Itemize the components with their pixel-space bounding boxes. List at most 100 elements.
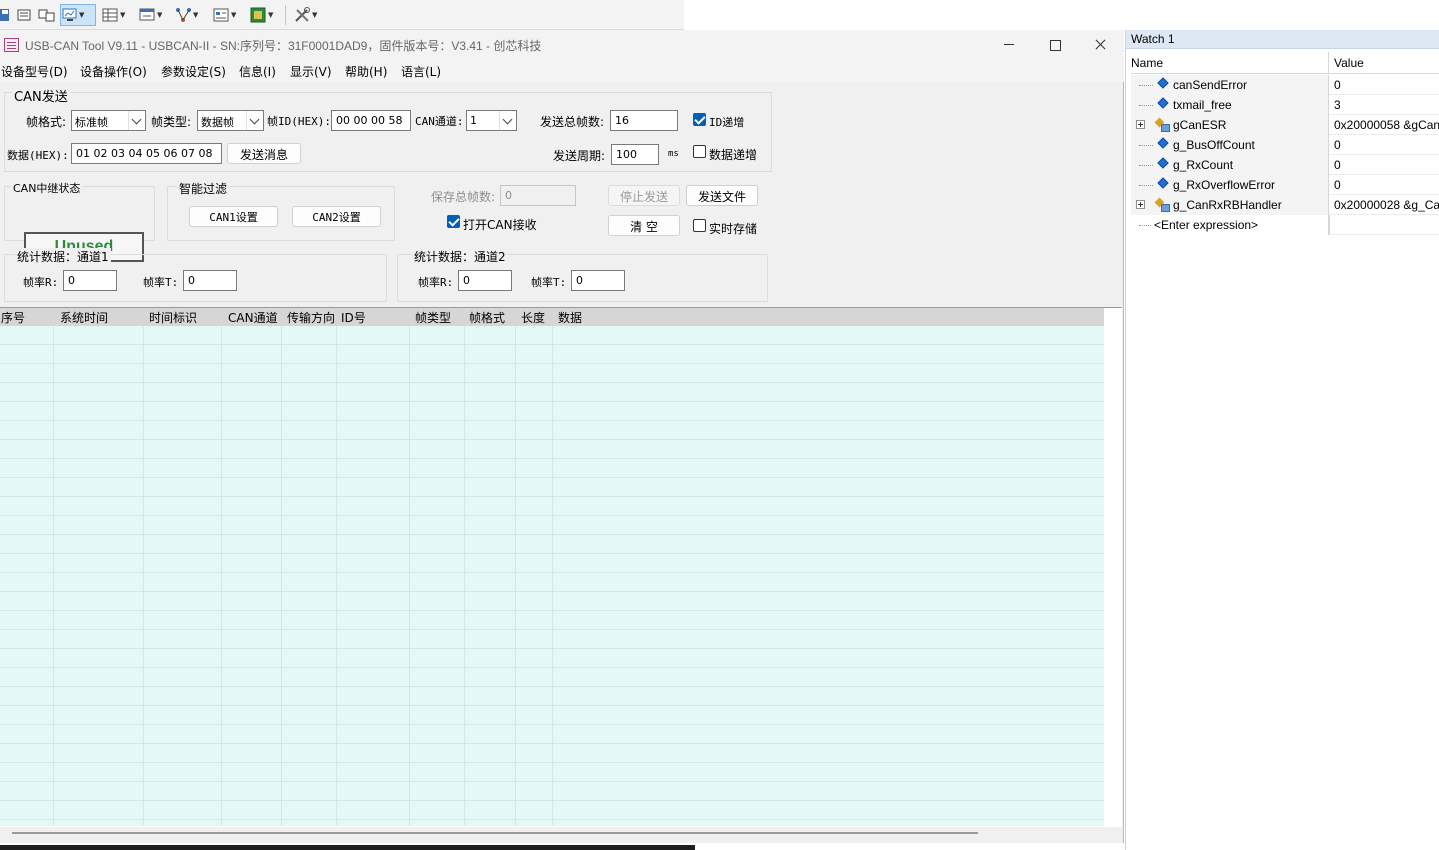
stats1-rate-t-value: 0 bbox=[183, 270, 237, 291]
stats1-rate-r-value: 0 bbox=[63, 270, 117, 291]
col-data[interactable]: 数据 bbox=[558, 309, 582, 326]
stats-channel1-title: 统计数据：通道1 bbox=[15, 248, 111, 265]
total-frames-input[interactable]: 16 bbox=[610, 110, 678, 131]
maximize-button[interactable] bbox=[1032, 30, 1078, 60]
saved-frames-input: 0 bbox=[500, 185, 576, 206]
col-frame-format[interactable]: 帧格式 bbox=[469, 309, 505, 326]
bottom-strip bbox=[0, 843, 1124, 850]
col-timestamp[interactable]: 时间标识 bbox=[149, 309, 197, 326]
layout-icon[interactable]: ▼ bbox=[213, 4, 236, 26]
variable-icon bbox=[1157, 157, 1169, 169]
col-can-channel[interactable]: CAN通道 bbox=[228, 309, 278, 326]
chip-icon[interactable]: ▼ bbox=[250, 4, 273, 26]
variable-icon bbox=[1157, 97, 1169, 109]
list-icon[interactable] bbox=[16, 4, 32, 26]
watch-row-cansenderror[interactable]: canSendError 0 bbox=[1131, 75, 1439, 95]
window-title: USB-CAN Tool V9.11 - USBCAN-II - SN:序列号：… bbox=[25, 39, 542, 53]
watch-title: Watch 1 bbox=[1126, 30, 1439, 49]
realtime-save-label: 实时存储 bbox=[709, 222, 758, 236]
frame-type-select[interactable]: 数据帧 bbox=[197, 110, 264, 131]
chevron-down-icon bbox=[499, 111, 516, 130]
menu-help[interactable]: 帮助(H) bbox=[345, 63, 387, 80]
col-length[interactable]: 长度 bbox=[521, 309, 545, 326]
stats1-rate-t-label: 帧率T: bbox=[143, 276, 179, 289]
send-message-button[interactable]: 发送消息 bbox=[227, 143, 301, 164]
titlebar: USB-CAN Tool V9.11 - USBCAN-II - SN:序列号：… bbox=[0, 30, 1124, 60]
menu-display[interactable]: 显示(V) bbox=[290, 63, 332, 80]
menu-info[interactable]: 信息(I) bbox=[239, 63, 276, 80]
menu-device-model[interactable]: 设备型号(D) bbox=[1, 63, 68, 80]
tools-icon[interactable]: ▼ bbox=[294, 4, 317, 26]
col-direction[interactable]: 传输方向 bbox=[287, 309, 335, 326]
table-header: 序号 系统时间 时间标识 CAN通道 传输方向 ID号 帧类型 帧格式 长度 数… bbox=[0, 308, 1104, 326]
stats2-rate-r-value: 0 bbox=[458, 270, 512, 291]
data-hex-label: 数据(HEX): bbox=[7, 149, 69, 162]
watch-header: Name Value bbox=[1131, 52, 1439, 74]
send-period-label: 发送周期: bbox=[553, 149, 606, 163]
stats2-rate-r-label: 帧率R: bbox=[418, 276, 454, 289]
variable-icon bbox=[1157, 77, 1169, 89]
variable-icon bbox=[1157, 177, 1169, 189]
frame-format-label: 帧格式: bbox=[26, 115, 67, 129]
open-can-receive-checkbox[interactable] bbox=[447, 215, 460, 228]
watch-col-value[interactable]: Value bbox=[1334, 56, 1364, 70]
can-channel-select[interactable]: 1 bbox=[466, 110, 517, 131]
menu-parameter-settings[interactable]: 参数设定(S) bbox=[161, 63, 226, 80]
watch-row-canrxrbhandler[interactable]: g_CanRxRBHandler 0x20000028 &g_CanI bbox=[1131, 195, 1439, 215]
id-increment-checkbox[interactable] bbox=[693, 113, 706, 126]
frame-id-input[interactable]: 00 00 00 58 bbox=[331, 110, 411, 131]
network-icon[interactable]: ▼ bbox=[175, 4, 198, 26]
frame-format-value: 标准帧 bbox=[75, 116, 108, 129]
frame-format-select[interactable]: 标准帧 bbox=[71, 110, 146, 131]
struct-icon bbox=[1155, 197, 1170, 212]
menu-language[interactable]: 语言(L) bbox=[401, 63, 441, 80]
saved-frames-label: 保存总帧数: bbox=[431, 190, 496, 204]
close-button[interactable] bbox=[1078, 30, 1124, 60]
table-body[interactable] bbox=[0, 326, 1104, 826]
watch-row-txmail-free[interactable]: txmail_free 3 bbox=[1131, 95, 1439, 115]
watch-col-name[interactable]: Name bbox=[1131, 56, 1163, 70]
expand-icon[interactable] bbox=[1136, 120, 1145, 129]
display-icon[interactable]: ▼ bbox=[60, 4, 96, 26]
watch-row-rxoverflowerror[interactable]: g_RxOverflowError 0 bbox=[1131, 175, 1439, 195]
grid-icon[interactable]: ▼ bbox=[102, 4, 125, 26]
can-channel-label: CAN通道: bbox=[415, 115, 464, 128]
frame-type-label: 帧类型: bbox=[151, 115, 192, 129]
open-can-receive-label: 打开CAN接收 bbox=[463, 218, 537, 232]
ide-toolbar: ▼ ▼ ▼ ▼ ▼ ▼ ▼ bbox=[0, 0, 684, 30]
watch-panel: Watch 1 Name Value canSendError 0 txmail… bbox=[1125, 30, 1439, 850]
can-relay-title: CAN中继状态 bbox=[11, 180, 83, 196]
can1-settings-button[interactable]: CAN1设置 bbox=[189, 206, 278, 227]
data-increment-checkbox[interactable] bbox=[693, 145, 706, 158]
col-frame-type[interactable]: 帧类型 bbox=[415, 309, 451, 326]
data-hex-input[interactable]: 01 02 03 04 05 06 07 08 bbox=[71, 143, 222, 164]
send-file-button[interactable]: 发送文件 bbox=[686, 185, 758, 206]
watch-row-rxcount[interactable]: g_RxCount 0 bbox=[1131, 155, 1439, 175]
horizontal-scrollbar[interactable] bbox=[12, 832, 978, 834]
smart-filter-title: 智能过滤 bbox=[177, 180, 230, 197]
expand-icon[interactable] bbox=[1136, 200, 1145, 209]
realtime-save-checkbox[interactable] bbox=[693, 219, 706, 232]
watch-row-busoffcount[interactable]: g_BusOffCount 0 bbox=[1131, 135, 1439, 155]
window-icon[interactable]: ▼ bbox=[139, 4, 162, 26]
col-system-time[interactable]: 系统时间 bbox=[60, 309, 108, 326]
send-period-input[interactable]: 100 bbox=[611, 144, 659, 165]
minimize-button[interactable] bbox=[986, 30, 1032, 60]
stats1-rate-r-label: 帧率R: bbox=[23, 276, 59, 289]
variable-icon bbox=[1157, 137, 1169, 149]
save-icon[interactable] bbox=[0, 4, 16, 26]
app-icon bbox=[4, 38, 19, 52]
col-index[interactable]: 序号 bbox=[1, 309, 25, 326]
enter-expression-input[interactable]: <Enter expression> bbox=[1154, 218, 1258, 232]
stop-send-button[interactable]: 停止发送 bbox=[608, 185, 680, 206]
can-send-title: CAN发送 bbox=[12, 86, 70, 105]
link-icon[interactable] bbox=[38, 4, 55, 26]
clear-button[interactable]: 清 空 bbox=[608, 215, 680, 236]
watch-enter-expression-row[interactable]: <Enter expression> bbox=[1131, 215, 1439, 235]
can-message-table[interactable]: 序号 系统时间 时间标识 CAN通道 传输方向 ID号 帧类型 帧格式 长度 数… bbox=[0, 307, 1122, 827]
chevron-down-icon bbox=[128, 111, 145, 130]
watch-row-gcanesr[interactable]: gCanESR 0x20000058 &gCanE bbox=[1131, 115, 1439, 135]
col-id[interactable]: ID号 bbox=[341, 309, 366, 326]
menu-device-operation[interactable]: 设备操作(O) bbox=[80, 63, 147, 80]
can2-settings-button[interactable]: CAN2设置 bbox=[292, 206, 381, 227]
